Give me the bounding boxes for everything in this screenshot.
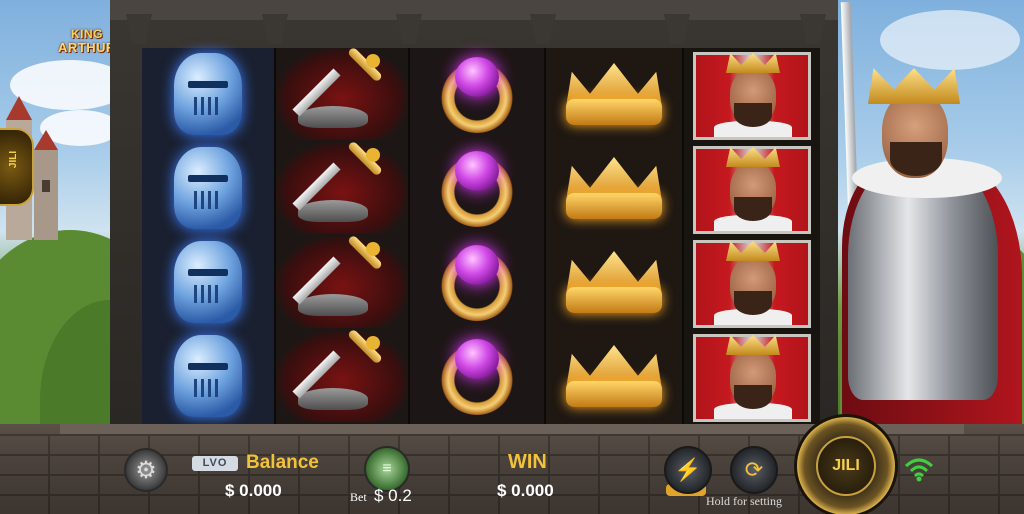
crown-symbol xyxy=(546,142,682,234)
crown-symbol xyxy=(546,48,682,140)
sword-in-stone-icon xyxy=(292,46,392,134)
crown-symbol xyxy=(546,236,682,328)
sword-in-stone-icon xyxy=(292,234,392,322)
king-portrait-icon xyxy=(693,334,811,422)
ring-symbol xyxy=(410,48,544,140)
golden-crown-icon xyxy=(562,245,666,319)
sword-symbol xyxy=(276,140,408,234)
ring-symbol xyxy=(410,236,544,328)
king-symbol xyxy=(684,332,820,424)
hold-hint: Hold for setting xyxy=(706,494,782,508)
knight-helmet-icon xyxy=(174,53,242,135)
win-value: $ 0.000 xyxy=(497,481,554,500)
lightning-icon: ⚡ xyxy=(674,457,702,482)
sword-symbol xyxy=(276,46,408,140)
spin-label: JILI xyxy=(816,436,876,496)
gem-ring-icon xyxy=(438,337,516,415)
spin-button[interactable]: JILI xyxy=(794,414,898,514)
sword-symbol xyxy=(276,234,408,328)
gem-ring-icon xyxy=(438,243,516,321)
king-arthur-character xyxy=(812,1,1024,450)
sword-symbol xyxy=(276,328,408,422)
reel-5 xyxy=(682,48,820,424)
helmet-symbol xyxy=(142,236,274,328)
gem-ring-icon xyxy=(438,149,516,227)
turbo-button[interactable]: ⚡ xyxy=(664,446,712,494)
bet-value: $ 0.2 xyxy=(374,486,412,505)
king-portrait-icon xyxy=(693,146,811,234)
reel-1 xyxy=(142,48,274,424)
jili-side-tab[interactable]: JILI xyxy=(0,128,34,206)
golden-crown-icon xyxy=(562,339,666,413)
golden-crown-icon xyxy=(562,151,666,225)
bet-label: Bet xyxy=(350,490,367,504)
level-badge: LVO xyxy=(192,456,238,471)
helmet-symbol xyxy=(142,48,274,140)
balance-label: Balance xyxy=(246,452,319,473)
king-portrait-icon xyxy=(693,52,811,140)
balance-value: $ 0.000 xyxy=(225,481,282,500)
settings-button[interactable]: ⚙ xyxy=(124,448,168,492)
sword-in-stone-icon xyxy=(292,140,392,228)
reel-grid xyxy=(142,46,820,424)
knight-helmet-icon xyxy=(174,241,242,323)
frame-battlement xyxy=(110,0,838,20)
autospin-button[interactable]: ⟳ xyxy=(730,446,778,494)
king-symbol xyxy=(684,50,820,142)
autospin-icon: ⟳ xyxy=(744,457,764,482)
wifi-icon xyxy=(904,458,934,482)
knight-helmet-icon xyxy=(174,147,242,229)
ring-symbol xyxy=(410,330,544,422)
king-symbol xyxy=(684,144,820,236)
side-tab-label: JILI xyxy=(8,150,20,169)
knight-helmet-icon xyxy=(174,335,242,417)
win-label: WIN xyxy=(508,451,547,473)
sword-in-stone-icon xyxy=(292,328,392,416)
helmet-symbol xyxy=(142,330,274,422)
ring-symbol xyxy=(410,142,544,234)
king-symbol xyxy=(684,238,820,330)
reel-2 xyxy=(274,46,408,424)
helmet-symbol xyxy=(142,142,274,234)
golden-crown-icon xyxy=(562,57,666,131)
reel-4 xyxy=(544,48,682,424)
crown-icon xyxy=(868,68,960,104)
coin-stack-icon: ≡ xyxy=(382,460,392,477)
gem-ring-icon xyxy=(438,55,516,133)
gear-icon: ⚙ xyxy=(135,456,157,484)
game-background: KING ARTHUR JILI ⚙ LVO Balance $ 0.000 ≡… xyxy=(0,0,1024,514)
crown-symbol xyxy=(546,330,682,422)
reel-3 xyxy=(408,48,544,424)
king-portrait-icon xyxy=(693,240,811,328)
